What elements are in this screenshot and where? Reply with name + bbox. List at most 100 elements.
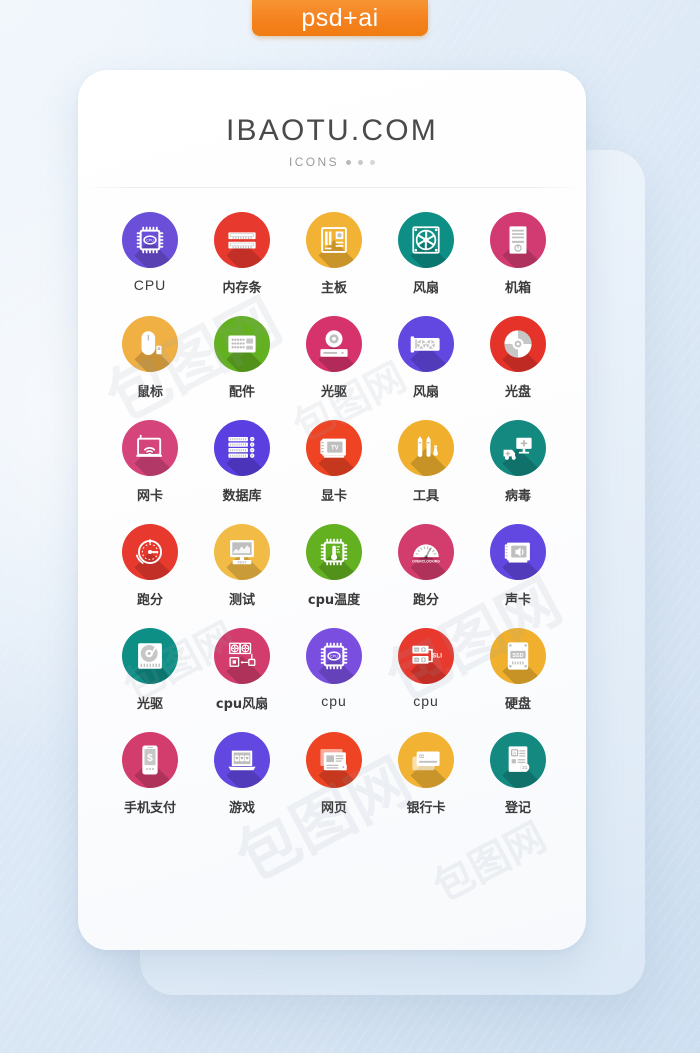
icon-label: 显卡 bbox=[320, 489, 347, 504]
cpu-temperature-icon[interactable] bbox=[306, 524, 362, 580]
cpu-cooler-icon[interactable] bbox=[214, 628, 270, 684]
bank-card-icon[interactable] bbox=[398, 732, 454, 788]
psd-ai-badge: psd+ai bbox=[252, 0, 428, 36]
subtitle-dot-3 bbox=[370, 159, 375, 165]
icon-label: cpu bbox=[321, 693, 347, 709]
computer-case-icon[interactable] bbox=[490, 212, 546, 268]
icon-label: 银行卡 bbox=[406, 801, 446, 816]
game-laptop-icon[interactable] bbox=[214, 732, 270, 788]
ssd-drive-icon[interactable]: SSD bbox=[490, 628, 546, 684]
svg-text:21: 21 bbox=[522, 765, 528, 771]
icon-cell[interactable]: cpu风扇 bbox=[196, 628, 288, 712]
icon-cell[interactable]: 配件 bbox=[196, 316, 288, 400]
icon-label: 网卡 bbox=[136, 489, 163, 504]
registration-document-icon[interactable]: A 21 bbox=[490, 732, 546, 788]
icon-label: 登记 bbox=[504, 801, 531, 816]
hard-disk-icon[interactable] bbox=[122, 628, 178, 684]
svg-text:SLI: SLI bbox=[432, 653, 442, 660]
icon-label: CPU bbox=[133, 277, 167, 293]
icon-cell[interactable]: 光盘 bbox=[472, 316, 564, 400]
icon-label: 硬盘 bbox=[504, 697, 531, 712]
sound-card-icon[interactable] bbox=[490, 524, 546, 580]
accessories-icon[interactable] bbox=[214, 316, 270, 372]
svg-text:CPU: CPU bbox=[414, 648, 420, 652]
icon-cell[interactable]: 网卡 bbox=[104, 420, 196, 504]
mouse-icon[interactable] bbox=[122, 316, 178, 372]
ram-memory-icon[interactable] bbox=[214, 212, 270, 268]
icon-cell[interactable]: TV 显卡 bbox=[288, 420, 380, 504]
watermark: 包图网 bbox=[426, 814, 554, 912]
icon-label: 数据库 bbox=[222, 489, 262, 504]
icon-label: 内存条 bbox=[222, 281, 262, 296]
tools-icon[interactable] bbox=[398, 420, 454, 476]
header-divider bbox=[78, 187, 586, 188]
icon-cell[interactable]: 鼠标 bbox=[104, 316, 196, 400]
icon-label: 鼠标 bbox=[136, 385, 163, 400]
svg-text:TEST: TEST bbox=[237, 560, 247, 564]
icon-cell[interactable]: cpu温度 bbox=[288, 524, 380, 608]
subtitle-dot-1 bbox=[346, 159, 351, 165]
icon-label: 主板 bbox=[320, 281, 347, 296]
graphics-card-fan-icon[interactable] bbox=[398, 316, 454, 372]
optical-drive-icon[interactable] bbox=[306, 316, 362, 372]
icon-cell[interactable]: 声卡 bbox=[472, 524, 564, 608]
icon-cell[interactable]: 风扇 bbox=[380, 316, 472, 400]
icon-label: 风扇 bbox=[412, 385, 439, 400]
mobile-payment-icon[interactable]: $ bbox=[122, 732, 178, 788]
icon-label: cpu bbox=[413, 693, 439, 709]
svg-text:$: $ bbox=[147, 753, 153, 764]
virus-rescue-icon[interactable] bbox=[490, 420, 546, 476]
icon-label: 跑分 bbox=[136, 593, 163, 608]
cpu-chip-icon[interactable]: CPU bbox=[122, 212, 178, 268]
compact-disc-icon[interactable] bbox=[490, 316, 546, 372]
icon-sheet-card: IBAOTU.COM ICONS CPU CPU 内存条 主板 风扇 机箱 鼠标 bbox=[78, 70, 586, 950]
icon-cell[interactable]: 数据库 bbox=[196, 420, 288, 504]
icon-label: 跑分 bbox=[412, 593, 439, 608]
svg-text:CPU: CPU bbox=[330, 654, 338, 658]
icon-cell[interactable]: A 21 登记 bbox=[472, 732, 564, 816]
icon-cell[interactable]: 银行卡 bbox=[380, 732, 472, 816]
icon-label: 网页 bbox=[320, 801, 347, 816]
benchmark-gauge-icon[interactable]: GH bbox=[122, 524, 178, 580]
icon-cell[interactable]: 工具 bbox=[380, 420, 472, 504]
sli-cpu-icon[interactable]: CPU CPU SLI bbox=[398, 628, 454, 684]
icon-cell[interactable]: 网页 bbox=[288, 732, 380, 816]
icon-cell[interactable]: 游戏 bbox=[196, 732, 288, 816]
icon-cell[interactable]: GH 跑分 bbox=[104, 524, 196, 608]
icon-label: 机箱 bbox=[504, 281, 531, 296]
icon-cell[interactable]: $ 手机支付 bbox=[104, 732, 196, 816]
svg-text:CPU: CPU bbox=[414, 658, 420, 662]
icon-cell[interactable]: 内存条 bbox=[196, 212, 288, 296]
icon-cell[interactable]: 光驱 bbox=[104, 628, 196, 712]
icon-cell[interactable]: TEST 测试 bbox=[196, 524, 288, 608]
icon-cell[interactable]: 机箱 bbox=[472, 212, 564, 296]
icon-cell[interactable]: 光驱 bbox=[288, 316, 380, 400]
icon-cell[interactable]: 风扇 bbox=[380, 212, 472, 296]
overclocking-gauge-icon[interactable]: OVERCLOCKING bbox=[398, 524, 454, 580]
test-monitor-icon[interactable]: TEST bbox=[214, 524, 270, 580]
icon-cell[interactable]: CPU CPU bbox=[104, 212, 196, 296]
icon-label: 光驱 bbox=[136, 697, 163, 712]
svg-text:OVERCLOCKING: OVERCLOCKING bbox=[412, 560, 440, 564]
icon-grid: CPU CPU 内存条 主板 风扇 机箱 鼠标 配件 光驱 风扇 光盘 网卡 数… bbox=[78, 212, 586, 816]
tv-tuner-card-icon[interactable]: TV bbox=[306, 420, 362, 476]
icon-label: 声卡 bbox=[504, 593, 531, 608]
icon-label: 风扇 bbox=[412, 281, 439, 296]
icon-label: 光盘 bbox=[504, 385, 531, 400]
icon-cell[interactable]: SSD 硬盘 bbox=[472, 628, 564, 712]
motherboard-icon[interactable] bbox=[306, 212, 362, 268]
card-header: IBAOTU.COM ICONS bbox=[78, 70, 586, 188]
icon-label: 工具 bbox=[412, 489, 439, 504]
icon-cell[interactable]: 主板 bbox=[288, 212, 380, 296]
case-fan-icon[interactable] bbox=[398, 212, 454, 268]
webpage-lock-icon[interactable] bbox=[306, 732, 362, 788]
icon-cell[interactable]: OVERCLOCKING 跑分 bbox=[380, 524, 472, 608]
icon-label: cpu风扇 bbox=[215, 697, 269, 712]
icon-cell[interactable]: 病毒 bbox=[472, 420, 564, 504]
cpu-chip-icon[interactable]: CPU bbox=[306, 628, 362, 684]
network-card-icon[interactable] bbox=[122, 420, 178, 476]
icon-cell[interactable]: CPU cpu bbox=[288, 628, 380, 712]
icon-label: 测试 bbox=[228, 593, 255, 608]
icon-cell[interactable]: CPU CPU SLI cpu bbox=[380, 628, 472, 712]
database-server-icon[interactable] bbox=[214, 420, 270, 476]
